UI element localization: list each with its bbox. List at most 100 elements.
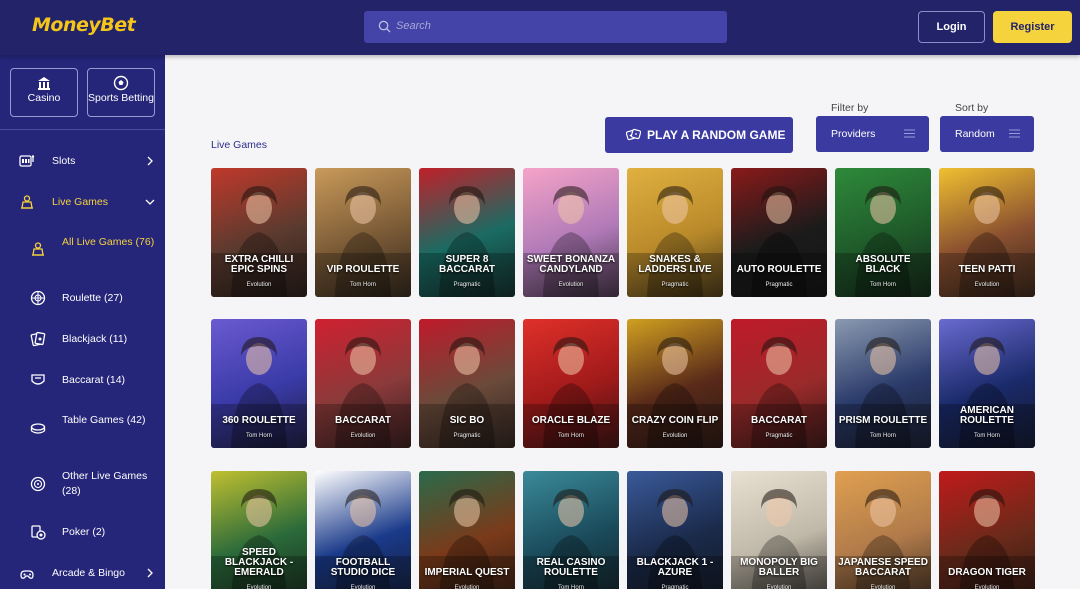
game-tile[interactable]: EXTRA CHILLI EPIC SPINS Evolution xyxy=(211,168,307,297)
game-tile[interactable]: TEEN PATTI Evolution xyxy=(939,168,1035,297)
sidebar-item-label: Arcade & Bingo xyxy=(52,567,125,579)
game-tile[interactable]: JAPANESE SPEED BACCARAT Evolution xyxy=(835,471,931,589)
blackjack-icon xyxy=(30,331,46,347)
game-provider: Pragmatic xyxy=(765,433,793,439)
game-provider: Evolution xyxy=(558,282,584,288)
filter-value: Providers xyxy=(831,128,876,140)
game-title: DRAGON TIGER xyxy=(948,567,1026,578)
game-thumbnail xyxy=(523,337,619,448)
search-input[interactable]: Search xyxy=(364,11,727,43)
sidebar-item-label: Baccarat (14) xyxy=(62,374,126,386)
game-title: SWEET BONANZA CANDYLAND xyxy=(526,254,616,275)
sort-label: Sort by xyxy=(955,102,989,114)
game-tile[interactable]: BLACKJACK 1 - AZURE Pragmatic xyxy=(627,471,723,589)
sidebar-divider xyxy=(0,129,165,130)
logo[interactable]: MoneyBet xyxy=(32,14,136,36)
filter-label: Filter by xyxy=(831,102,869,114)
dice-icon xyxy=(626,128,641,141)
sort-value: Random xyxy=(955,128,995,140)
game-title: REAL CASINO ROULETTE xyxy=(536,557,606,578)
game-tile[interactable]: CRAZY COIN FLIP Evolution xyxy=(627,319,723,448)
game-tile[interactable]: SUPER 8 BACCARAT Pragmatic xyxy=(419,168,515,297)
game-thumbnail xyxy=(211,186,307,297)
menu-lines-icon xyxy=(904,129,915,138)
roulette-icon xyxy=(30,290,46,306)
game-tile[interactable]: SNAKES & LADDERS LIVE Pragmatic xyxy=(627,168,723,297)
game-provider: Tom Horn xyxy=(973,433,1000,439)
game-title: SIC BO xyxy=(449,415,485,426)
arcade-bingo-icon xyxy=(20,570,34,579)
game-tile[interactable]: SIC BO Pragmatic xyxy=(419,319,515,448)
game-provider: Tom Horn xyxy=(349,282,376,288)
game-tile[interactable]: SWEET BONANZA CANDYLAND Evolution xyxy=(523,168,619,297)
game-tile[interactable]: BACCARAT Pragmatic xyxy=(731,319,827,448)
game-tile[interactable]: PRISM ROULETTE Tom Horn xyxy=(835,319,931,448)
sidebar-item-other-live-games[interactable]: Other Live Games (28) xyxy=(0,469,165,501)
game-title: BLACKJACK 1 - AZURE xyxy=(636,557,714,578)
game-tile[interactable]: DRAGON TIGER Evolution xyxy=(939,471,1035,589)
sidebar-item-table-games[interactable]: Table Games (42) xyxy=(0,413,165,445)
login-button[interactable]: Login xyxy=(918,11,985,43)
game-tile[interactable]: 360 ROULETTE Tom Horn xyxy=(211,319,307,448)
game-thumbnail xyxy=(211,337,307,448)
soccer-ball-icon xyxy=(113,75,129,91)
game-thumbnail xyxy=(419,337,515,448)
game-title: SPEED BLACKJACK - EMERALD xyxy=(224,547,294,578)
sidebar-item-baccarat[interactable]: Baccarat (14) xyxy=(0,372,165,388)
sidebar-item-label: All Live Games (76) xyxy=(62,236,155,248)
search-placeholder: Search xyxy=(396,20,431,32)
sidebar-item-live-games[interactable]: Live Games xyxy=(0,194,165,210)
casino-icon xyxy=(38,77,50,90)
casino-label: Casino xyxy=(27,92,61,104)
game-tile[interactable]: MONOPOLY BIG BALLER Evolution xyxy=(731,471,827,589)
game-provider: Tom Horn xyxy=(557,585,584,589)
game-provider: Pragmatic xyxy=(453,282,481,288)
play-random-game-button[interactable]: PLAY A RANDOM GAME xyxy=(605,117,793,153)
game-tile[interactable]: FOOTBALL STUDIO DICE Evolution xyxy=(315,471,411,589)
game-title: SUPER 8 BACCARAT xyxy=(439,254,495,275)
casino-button[interactable]: Casino xyxy=(10,68,78,117)
game-title: SNAKES & LADDERS LIVE xyxy=(638,254,712,275)
game-title: VIP ROULETTE xyxy=(326,264,400,275)
game-tile[interactable]: SPEED BLACKJACK - EMERALD Evolution xyxy=(211,471,307,589)
sidebar-item-label: Table Games (42) xyxy=(62,414,146,426)
game-tile[interactable]: VIP ROULETTE Tom Horn xyxy=(315,168,411,297)
top-bar: MoneyBet Search Login Register xyxy=(0,0,1080,55)
slots-icon xyxy=(19,155,35,167)
sidebar-item-blackjack[interactable]: Blackjack (11) xyxy=(0,331,165,347)
register-button[interactable]: Register xyxy=(993,11,1072,43)
game-tile[interactable]: BACCARAT Evolution xyxy=(315,319,411,448)
game-thumbnail xyxy=(315,337,411,448)
sidebar-item-label: Blackjack (11) xyxy=(62,333,128,345)
sidebar-item-arcade-bingo[interactable]: Arcade & Bingo xyxy=(0,565,165,581)
sort-select[interactable]: Random xyxy=(940,116,1034,152)
game-tile[interactable]: REAL CASINO ROULETTE Tom Horn xyxy=(523,471,619,589)
game-provider: Pragmatic xyxy=(453,433,481,439)
sports-betting-button[interactable]: Sports Betting xyxy=(87,68,155,117)
game-thumbnail xyxy=(523,186,619,297)
game-title: MONOPOLY BIG BALLER xyxy=(740,557,818,578)
game-title: IMPERIAL QUEST xyxy=(424,567,510,578)
game-provider: Tom Horn xyxy=(869,282,896,288)
game-thumbnail xyxy=(731,337,827,448)
game-title: TEEN PATTI xyxy=(958,264,1016,275)
game-tile[interactable]: AMERICAN ROULETTE Tom Horn xyxy=(939,319,1035,448)
game-provider: Pragmatic xyxy=(765,282,793,288)
filter-providers-select[interactable]: Providers xyxy=(816,116,929,152)
game-provider: Evolution xyxy=(350,585,376,589)
game-tile[interactable]: AUTO ROULETTE Pragmatic xyxy=(731,168,827,297)
game-tile[interactable]: IMPERIAL QUEST Evolution xyxy=(419,471,515,589)
game-thumbnail xyxy=(939,337,1035,448)
game-title: AMERICAN ROULETTE xyxy=(960,405,1014,426)
game-title: ORACLE BLAZE xyxy=(531,415,611,426)
sidebar-item-all-live-games[interactable]: All Live Games (76) xyxy=(0,235,165,267)
sidebar-item-poker[interactable]: Poker (2) xyxy=(0,524,165,540)
poker-icon xyxy=(31,525,46,540)
game-provider: Evolution xyxy=(766,585,792,589)
sidebar-item-label: Live Games xyxy=(52,196,109,208)
sidebar-item-roulette[interactable]: Roulette (27) xyxy=(0,290,165,306)
game-tile[interactable]: ABSOLUTE BLACK Tom Horn xyxy=(835,168,931,297)
game-tile[interactable]: ORACLE BLAZE Tom Horn xyxy=(523,319,619,448)
sidebar-item-label: Other Live Games (28) xyxy=(62,470,148,497)
sidebar-item-slots[interactable]: Slots xyxy=(0,153,165,169)
